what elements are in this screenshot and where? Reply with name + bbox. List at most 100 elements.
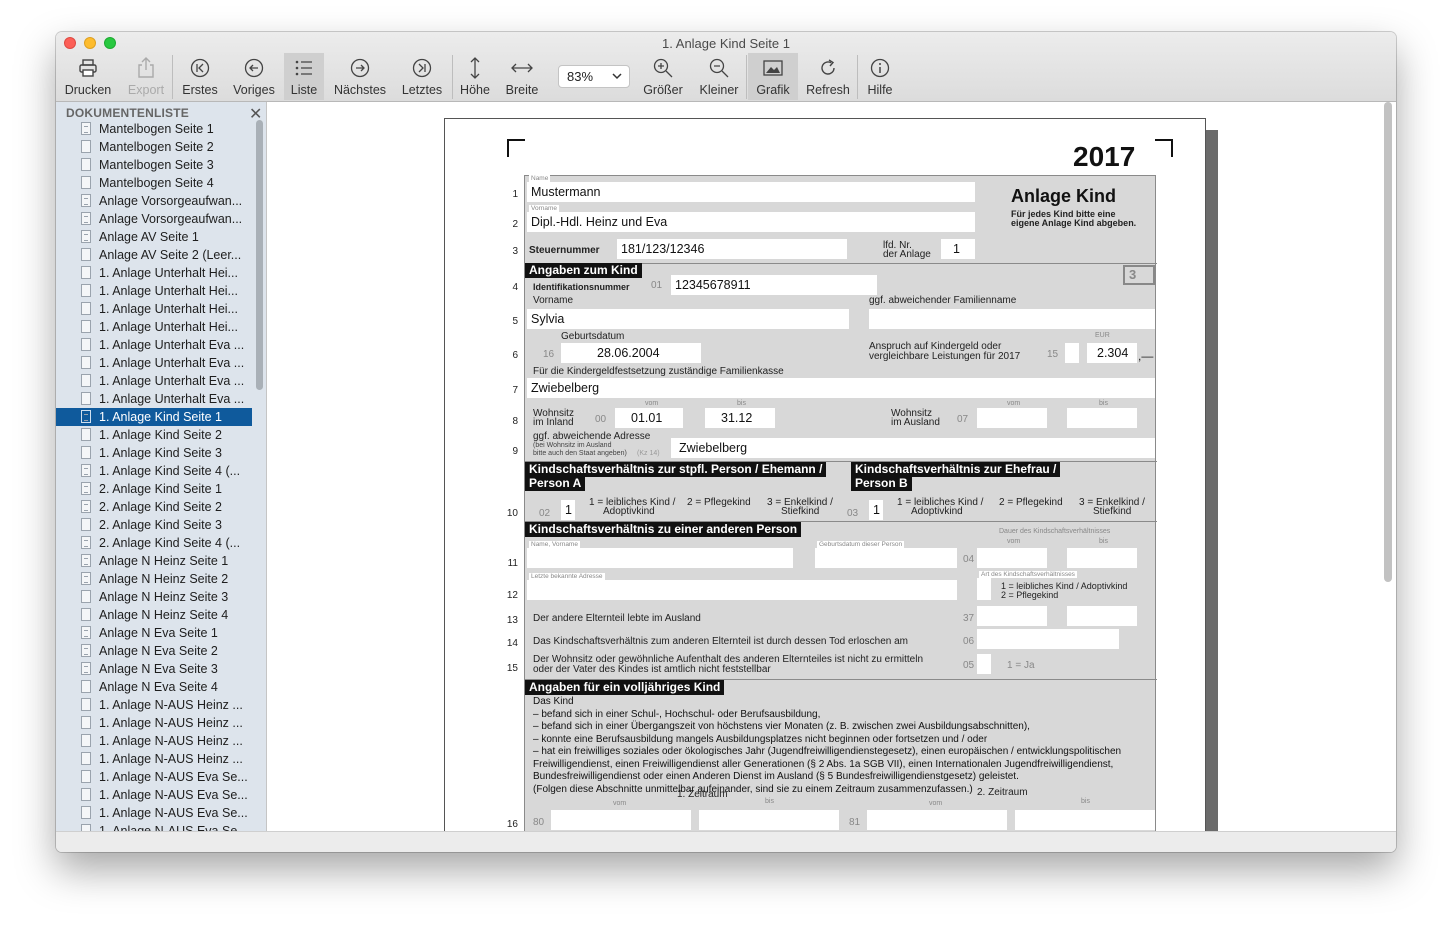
help-button[interactable]: Hilfe — [860, 53, 900, 100]
list-item[interactable]: Anlage N Heinz Seite 3 — [56, 588, 252, 606]
adresse-field[interactable]: Zwiebelberg — [671, 438, 1155, 458]
inland-vom-field[interactable]: 01.01 — [615, 408, 683, 428]
list-item[interactable]: Anlage N Eva Seite 4 — [56, 678, 252, 696]
list-item[interactable]: Anlage N Heinz Seite 2 — [56, 570, 252, 588]
list-item[interactable]: 1. Anlage Unterhalt Eva ... — [56, 354, 252, 372]
list-item[interactable]: 1. Anlage N-AUS Heinz ... — [56, 696, 252, 714]
familienname-field[interactable] — [869, 309, 1155, 329]
list-item[interactable]: Mantelbogen Seite 3 — [56, 156, 252, 174]
list-item[interactable]: 1. Anlage N-AUS Heinz ... — [56, 714, 252, 732]
list-item[interactable]: 1. Anlage N-AUS Eva Se... — [56, 786, 252, 804]
document-icon — [81, 518, 91, 531]
fit-height-button[interactable]: Höhe — [456, 53, 494, 100]
list-item[interactable]: Anlage N Heinz Seite 4 — [56, 606, 252, 624]
ausland-bis-field[interactable] — [1067, 408, 1137, 428]
art-field[interactable]: Art des Kindschaftsverhältnisses — [977, 571, 1077, 600]
andere-bis-field[interactable] — [1067, 548, 1137, 568]
page-shadow — [1206, 130, 1218, 831]
graphic-button[interactable]: Grafik — [748, 53, 798, 100]
kindergeld-field[interactable]: 2.304 — [1087, 343, 1137, 363]
list-item[interactable]: 2. Anlage Kind Seite 2 — [56, 498, 252, 516]
geburtsdatum-label: Geburtsdatum — [561, 331, 625, 342]
list-item[interactable]: 1. Anlage N-AUS Heinz ... — [56, 750, 252, 768]
list-item[interactable]: Anlage AV Seite 2 (Leer... — [56, 246, 252, 264]
name-field[interactable]: Name Mustermann — [527, 175, 975, 202]
andere-vom-field[interactable] — [977, 548, 1047, 568]
list-item[interactable]: 2. Anlage Kind Seite 4 (... — [56, 534, 252, 552]
list-item[interactable]: Mantelbogen Seite 4 — [56, 174, 252, 192]
list-item[interactable]: 1. Anlage Kind Seite 1 — [56, 408, 252, 426]
list-item[interactable]: 2. Anlage Kind Seite 1 — [56, 480, 252, 498]
kindergeld-prefix-field[interactable] — [1065, 343, 1079, 363]
list-item[interactable]: Mantelbogen Seite 2 — [56, 138, 252, 156]
list-item[interactable]: Anlage AV Seite 1 — [56, 228, 252, 246]
andere-name-field[interactable]: Name, Vorname — [527, 541, 793, 568]
first-page-button[interactable]: Erstes — [176, 53, 224, 100]
list-item[interactable]: 1. Anlage Unterhalt Hei... — [56, 300, 252, 318]
list-item[interactable]: Anlage N Eva Seite 1 — [56, 624, 252, 642]
steuernummer-field[interactable]: 181/123/12346 — [617, 239, 847, 259]
ausland-elternteil-vom-field[interactable] — [977, 606, 1047, 626]
list-item-label: Anlage N Eva Seite 2 — [99, 644, 218, 658]
idnr-field[interactable]: 12345678911 — [671, 275, 877, 295]
print-button[interactable]: Drucken — [62, 53, 114, 100]
list-item[interactable]: 1. Anlage Kind Seite 3 — [56, 444, 252, 462]
list-item[interactable]: 1. Anlage N-AUS Heinz ... — [56, 732, 252, 750]
inland-bis-field[interactable]: 31.12 — [705, 408, 775, 428]
list-item[interactable]: Anlage N Eva Seite 3 — [56, 660, 252, 678]
zoom-in-button[interactable]: Größer — [638, 53, 688, 100]
verh-a-field[interactable]: 1 — [561, 500, 575, 520]
kind-vorname-field[interactable]: Sylvia — [527, 309, 849, 329]
zeitraum-2-vom-field[interactable] — [867, 810, 1007, 830]
list-item[interactable]: 1. Anlage Kind Seite 4 (... — [56, 462, 252, 480]
list-item[interactable]: 1. Anlage Unterhalt Eva ... — [56, 372, 252, 390]
list-item[interactable]: Anlage Vorsorgeaufwan... — [56, 192, 252, 210]
list-item[interactable]: 1. Anlage Kind Seite 2 — [56, 426, 252, 444]
list-item[interactable]: 1. Anlage Unterhalt Hei... — [56, 318, 252, 336]
list-item[interactable]: 1. Anlage N-AUS Eva Se... — [56, 822, 252, 831]
zeitraum-1-bis-field[interactable] — [699, 810, 839, 830]
kindergeld-value: 2.304 — [1097, 346, 1129, 360]
zeitraum-2-bis-field[interactable] — [1015, 810, 1155, 830]
zoom-out-button[interactable]: Kleiner — [694, 53, 744, 100]
fit-width-button[interactable]: Breite — [502, 53, 542, 100]
lfd-field[interactable]: 1 — [941, 239, 975, 259]
andere-geburtsdatum-field[interactable]: Geburtsdatum dieser Person — [815, 541, 957, 568]
document-icon — [81, 212, 91, 225]
list-item[interactable]: 1. Anlage N-AUS Eva Se... — [56, 768, 252, 786]
sidebar-scrollbar[interactable] — [256, 120, 263, 390]
list-item[interactable]: 1. Anlage Unterhalt Hei... — [56, 264, 252, 282]
list-item[interactable]: 1. Anlage Unterhalt Eva ... — [56, 336, 252, 354]
document-icon — [81, 302, 91, 315]
list-item[interactable]: Mantelbogen Seite 1 — [56, 120, 252, 138]
document-icon — [81, 590, 91, 603]
previous-page-button[interactable]: Voriges — [228, 53, 280, 100]
familienkasse-field[interactable]: Zwiebelberg — [527, 378, 1155, 398]
list-item[interactable]: Anlage N Heinz Seite 1 — [56, 552, 252, 570]
tod-datum-field[interactable] — [977, 629, 1119, 649]
content-scrollbar[interactable] — [1384, 102, 1392, 582]
graphic-label: Grafik — [756, 83, 790, 97]
ausland-elternteil-bis-field[interactable] — [1067, 606, 1137, 626]
verh-b-field[interactable]: 1 — [869, 500, 883, 520]
list-item[interactable]: Anlage N Eva Seite 2 — [56, 642, 252, 660]
list-item[interactable]: 1. Anlage N-AUS Eva Se... — [56, 804, 252, 822]
refresh-button[interactable]: Refresh — [802, 53, 854, 100]
zeitraum-1-vom-field[interactable] — [551, 810, 691, 830]
document-icon — [81, 266, 91, 279]
export-button[interactable]: Export — [118, 53, 174, 100]
list-item[interactable]: Anlage Vorsorgeaufwan... — [56, 210, 252, 228]
ausland-vom-field[interactable] — [977, 408, 1047, 428]
list-item[interactable]: 1. Anlage Unterhalt Hei... — [56, 282, 252, 300]
last-page-button[interactable]: Letztes — [398, 53, 446, 100]
geburtsdatum-field[interactable]: 28.06.2004 — [561, 343, 701, 363]
andere-adresse-field[interactable]: Letzte bekannte Adresse — [527, 573, 957, 600]
list-item[interactable]: 1. Anlage Unterhalt Eva ... — [56, 390, 252, 408]
document-icon — [81, 464, 91, 477]
list-item[interactable]: 2. Anlage Kind Seite 3 — [56, 516, 252, 534]
nicht-ermittelbar-field[interactable] — [977, 654, 991, 674]
next-page-button[interactable]: Nächstes — [330, 53, 390, 100]
zoom-select[interactable]: 83% — [558, 65, 630, 88]
vorname-field[interactable]: Vorname Dipl.-Hdl. Heinz und Eva — [527, 205, 975, 232]
list-button[interactable]: Liste — [284, 53, 324, 100]
